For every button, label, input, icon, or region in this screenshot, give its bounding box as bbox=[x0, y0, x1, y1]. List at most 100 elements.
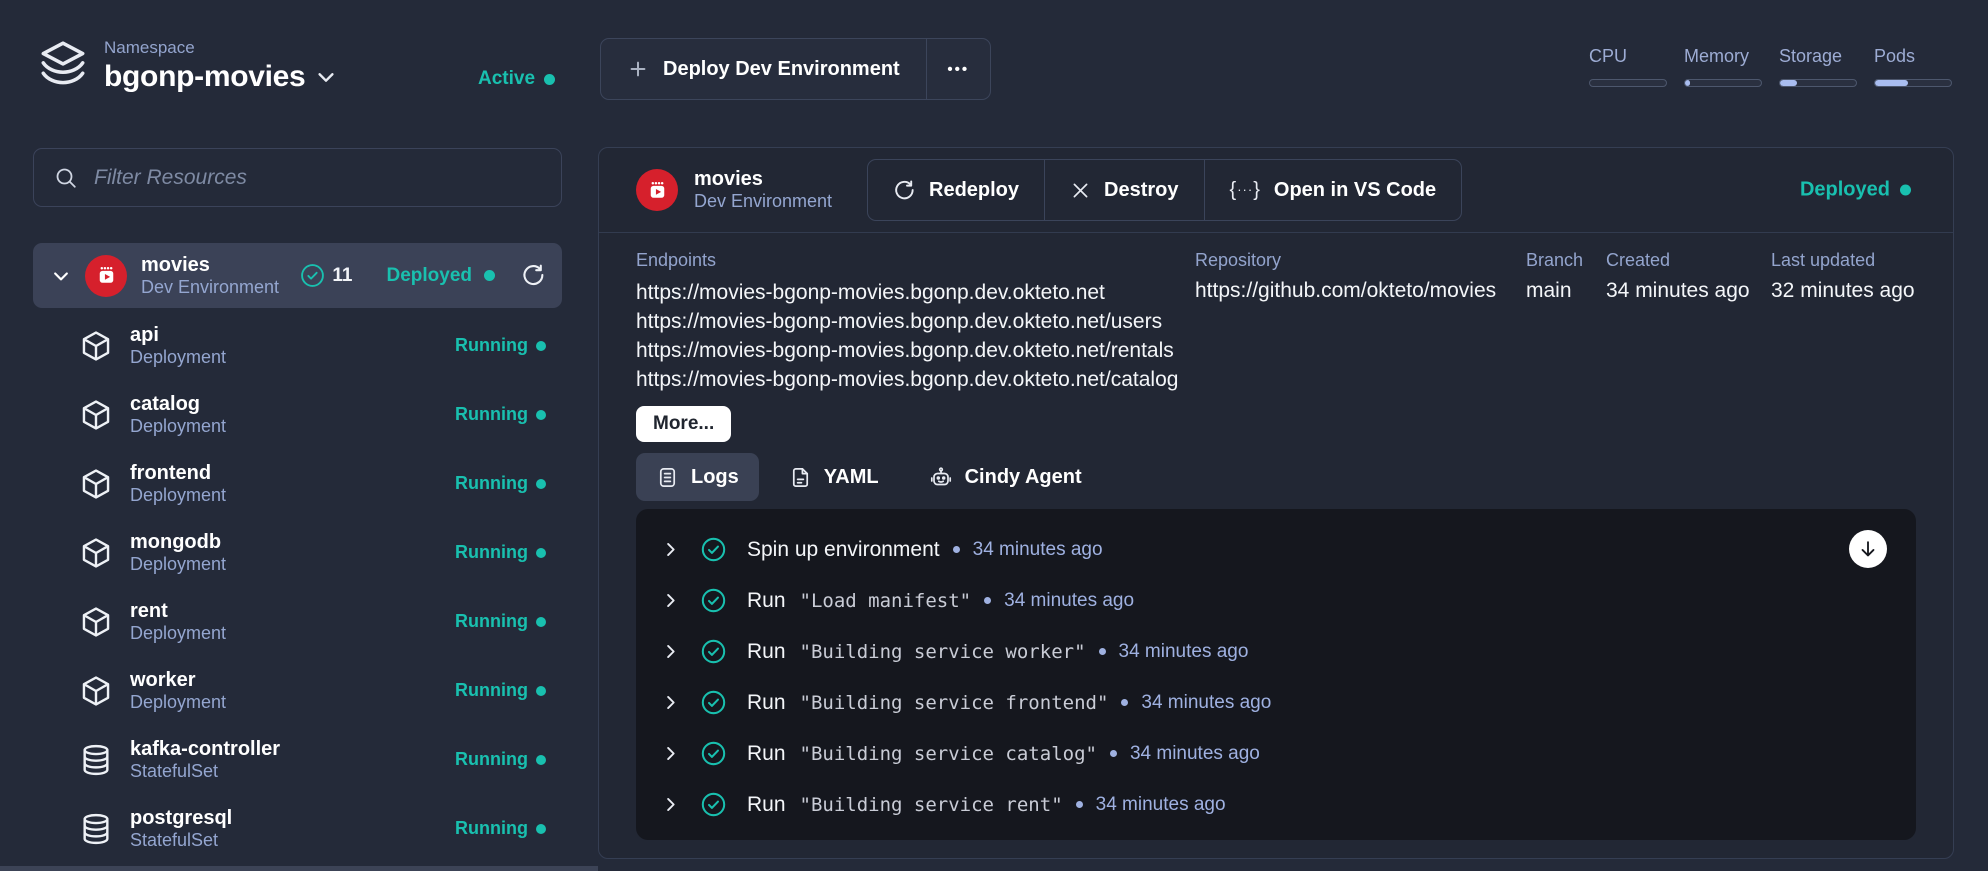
stat-label: Pods bbox=[1874, 46, 1952, 67]
chevron-right-icon[interactable] bbox=[661, 795, 680, 814]
log-title: Run bbox=[747, 793, 786, 817]
sidebar-item-catalog[interactable]: catalogDeployment Running bbox=[33, 380, 562, 449]
filter-resources-input[interactable] bbox=[94, 166, 541, 190]
bullet-dot bbox=[953, 546, 960, 553]
resource-name: movies bbox=[141, 254, 279, 277]
sidebar-item-frontend[interactable]: frontendDeployment Running bbox=[33, 449, 562, 518]
resource-name: catalog bbox=[130, 393, 226, 416]
log-entry: Run "Building service frontend" 34 minut… bbox=[636, 677, 1916, 728]
tab-cindy-agent-label: Cindy Agent bbox=[965, 466, 1082, 489]
sidebar-item-worker[interactable]: workerDeployment Running bbox=[33, 656, 562, 725]
tab-cindy-agent[interactable]: Cindy Agent bbox=[909, 453, 1102, 501]
chevron-right-icon[interactable] bbox=[661, 744, 680, 763]
panel-header: movies Dev Environment Redeploy Destroy … bbox=[599, 148, 1953, 233]
open-in-vscode-button[interactable]: {···} Open in VS Code bbox=[1204, 160, 1462, 220]
created-meta: Created 34 minutes ago bbox=[1606, 250, 1750, 303]
log-title: Run bbox=[747, 691, 786, 715]
chevron-right-icon[interactable] bbox=[661, 642, 680, 661]
destroy-button[interactable]: Destroy bbox=[1044, 160, 1203, 220]
sidebar-item-rent[interactable]: rentDeployment Running bbox=[33, 587, 562, 656]
panel-action-buttons: Redeploy Destroy {···} Open in VS Code bbox=[867, 159, 1462, 221]
endpoint-link[interactable]: https://movies-bgonp-movies.bgonp.dev.ok… bbox=[636, 336, 1178, 365]
chevron-right-icon[interactable] bbox=[661, 591, 680, 610]
log-command: "Building service worker" bbox=[800, 641, 1086, 663]
log-timestamp: 34 minutes ago bbox=[973, 539, 1103, 561]
created-label: Created bbox=[1606, 250, 1750, 271]
endpoint-link[interactable]: https://movies-bgonp-movies.bgonp.dev.ok… bbox=[636, 365, 1178, 394]
status-text: Running bbox=[455, 818, 528, 839]
memory-progress-bar bbox=[1684, 79, 1762, 87]
resource-type: StatefulSet bbox=[130, 830, 232, 851]
redeploy-button[interactable]: Redeploy bbox=[868, 160, 1044, 220]
endpoint-link[interactable]: https://movies-bgonp-movies.bgonp.dev.ok… bbox=[636, 278, 1178, 307]
healthy-pods-count: 11 bbox=[300, 263, 352, 288]
check-circle-icon bbox=[700, 638, 727, 665]
refresh-icon[interactable] bbox=[521, 263, 546, 288]
sidebar-item-movies-dev-environment[interactable]: movies Dev Environment 11 Deployed bbox=[33, 243, 562, 308]
cpu-progress-bar bbox=[1589, 79, 1667, 87]
pods-progress-bar bbox=[1874, 79, 1952, 87]
cube-icon bbox=[79, 329, 113, 363]
log-timestamp: 34 minutes ago bbox=[1096, 794, 1226, 816]
sidebar-item-mongodb[interactable]: mongodbDeployment Running bbox=[33, 518, 562, 587]
status-text: Running bbox=[455, 680, 528, 701]
deploy-dev-environment-button[interactable]: Deploy Dev Environment bbox=[601, 39, 926, 99]
resource-name: frontend bbox=[130, 462, 226, 485]
movies-app-icon bbox=[85, 255, 127, 297]
chevron-down-icon[interactable] bbox=[51, 266, 71, 286]
status-dot bbox=[484, 270, 495, 281]
resource-type: StatefulSet bbox=[130, 761, 280, 782]
status-badge: Running bbox=[455, 473, 546, 494]
scroll-to-bottom-button[interactable] bbox=[1849, 530, 1887, 568]
bullet-dot bbox=[1110, 750, 1117, 757]
status-badge: Running bbox=[455, 611, 546, 632]
last-updated-value: 32 minutes ago bbox=[1771, 279, 1915, 303]
status-dot bbox=[1900, 185, 1911, 196]
status-badge: Running bbox=[455, 404, 546, 425]
stat-label: CPU bbox=[1589, 46, 1667, 67]
sidebar-item-api[interactable]: apiDeployment Running bbox=[33, 311, 562, 380]
branch-meta: Branch main bbox=[1526, 250, 1583, 303]
sidebar-item-postgresql[interactable]: postgresqlStatefulSet Running bbox=[33, 794, 562, 863]
namespace-label: Namespace bbox=[104, 38, 337, 58]
destroy-label: Destroy bbox=[1104, 179, 1178, 202]
endpoints-section: Endpoints https://movies-bgonp-movies.bg… bbox=[636, 250, 1178, 442]
namespace-selector[interactable]: Namespace bgonp-movies bbox=[36, 38, 337, 94]
resource-type: Deployment bbox=[130, 623, 226, 644]
tab-yaml[interactable]: YAML bbox=[769, 453, 899, 501]
endpoint-link[interactable]: https://movies-bgonp-movies.bgonp.dev.ok… bbox=[636, 307, 1178, 336]
chevron-right-icon[interactable] bbox=[661, 693, 680, 712]
more-options-button[interactable]: ••• bbox=[926, 39, 990, 99]
log-timestamp: 34 minutes ago bbox=[1141, 692, 1271, 714]
check-circle-icon bbox=[700, 587, 727, 614]
cube-icon bbox=[79, 467, 113, 501]
repository-meta: Repository https://github.com/okteto/mov… bbox=[1195, 250, 1496, 303]
sidebar-item-kafka-controller[interactable]: kafka-controllerStatefulSet Running bbox=[33, 725, 562, 794]
status-dot bbox=[536, 824, 546, 834]
check-circle-icon bbox=[700, 536, 727, 563]
open-in-vscode-label: Open in VS Code bbox=[1274, 179, 1436, 202]
more-endpoints-button[interactable]: More... bbox=[636, 406, 731, 442]
resource-type: Deployment bbox=[130, 347, 226, 368]
check-circle-icon bbox=[700, 740, 727, 767]
search-icon bbox=[54, 166, 78, 190]
code-braces-icon: {···} bbox=[1230, 179, 1261, 202]
robot-icon bbox=[929, 465, 953, 489]
chevron-right-icon[interactable] bbox=[661, 540, 680, 559]
status-badge: Running bbox=[455, 749, 546, 770]
branch-label: Branch bbox=[1526, 250, 1583, 271]
repository-label: Repository bbox=[1195, 250, 1496, 271]
redeploy-icon bbox=[893, 179, 916, 202]
status-badge: Running bbox=[455, 335, 546, 356]
resource-usage-stats: CPU Memory Storage Pods bbox=[1589, 46, 1952, 87]
namespace-status-badge: Active bbox=[478, 68, 555, 90]
log-timestamp: 34 minutes ago bbox=[1119, 641, 1249, 663]
repository-value[interactable]: https://github.com/okteto/movies bbox=[1195, 279, 1496, 303]
tab-logs[interactable]: Logs bbox=[636, 453, 759, 501]
chevron-down-icon[interactable] bbox=[315, 66, 337, 88]
status-dot bbox=[544, 74, 555, 85]
panel-title: movies bbox=[694, 168, 832, 191]
status-badge: Running bbox=[455, 542, 546, 563]
log-entry: Run "Building service catalog" 34 minute… bbox=[636, 728, 1916, 779]
database-icon bbox=[79, 812, 113, 846]
